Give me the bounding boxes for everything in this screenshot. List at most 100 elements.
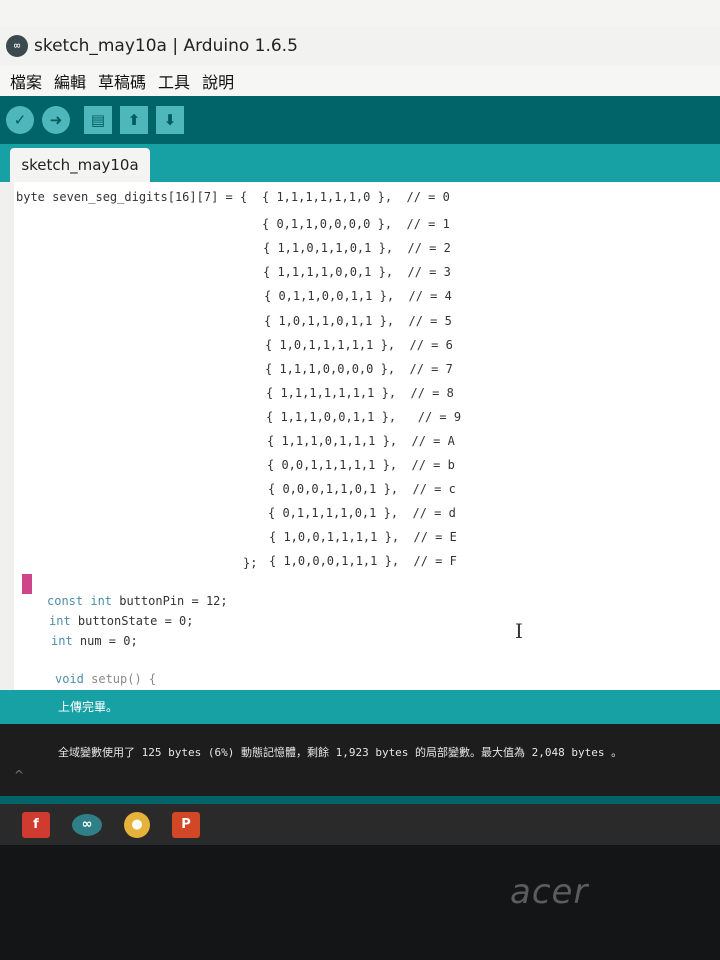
code-line-button-pin: const int buttonPin = 12; bbox=[47, 594, 228, 608]
row-comment: // = c bbox=[412, 482, 456, 496]
menu-help[interactable]: 說明 bbox=[202, 69, 234, 93]
text-cursor-icon: I bbox=[515, 619, 523, 643]
code-line-row-15: { 1,0,0,0,1,1,1 }, // = F bbox=[269, 554, 457, 568]
toolbar: ✓ ➜ ▤ ⬆ ⬇ bbox=[0, 96, 720, 144]
statement-text: buttonState = 0; bbox=[70, 614, 194, 628]
line-marker bbox=[22, 574, 32, 594]
row-values: { 0,1,1,0,0,1,1 }, bbox=[264, 289, 395, 303]
keyword: int bbox=[51, 634, 73, 648]
tab-bar: sketch_may10a bbox=[0, 144, 720, 182]
code-line-row-14: { 1,0,0,1,1,1,1 }, // = E bbox=[269, 530, 457, 544]
code-line-row-13: { 0,1,1,1,1,0,1 }, // = d bbox=[268, 506, 456, 520]
row-values: { 1,0,0,0,1,1,1 }, bbox=[269, 554, 400, 568]
row-comment: // = d bbox=[412, 506, 456, 520]
row-comment: // = 2 bbox=[407, 241, 451, 255]
row-values: { 1,1,1,1,1,1,1 }, bbox=[266, 386, 397, 400]
code-line-row-10: { 1,1,1,0,1,1,1 }, // = A bbox=[267, 434, 455, 448]
menu-edit[interactable]: 編輯 bbox=[54, 69, 86, 93]
code-line-row-12: { 0,0,0,1,1,0,1 }, // = c bbox=[268, 482, 456, 496]
chevron-up-icon[interactable]: ^ bbox=[14, 768, 24, 782]
row-comment: // = b bbox=[411, 458, 455, 472]
row-values: { 1,1,1,0,0,1,1 }, bbox=[266, 410, 397, 424]
code-editor[interactable]: byte seven_seg_digits[16][7] = { { 1,1,1… bbox=[0, 182, 720, 690]
row-values: { 1,0,1,1,1,1,1 }, bbox=[265, 338, 396, 352]
check-icon: ✓ bbox=[13, 111, 27, 129]
row-values: { 1,1,1,0,1,1,1 }, bbox=[267, 434, 398, 448]
statement-text: setup() { bbox=[83, 672, 157, 686]
keyword: int bbox=[49, 614, 71, 628]
verify-button[interactable]: ✓ bbox=[6, 106, 34, 134]
open-button[interactable]: ⬆ bbox=[120, 106, 148, 134]
row-comment: // = 3 bbox=[407, 265, 451, 279]
code-closing: }; bbox=[243, 556, 257, 570]
status-bar: 上傳完畢。 bbox=[0, 690, 720, 724]
row-values: { 0,0,1,1,1,1,1 }, bbox=[267, 458, 398, 472]
menu-file[interactable]: 檔案 bbox=[10, 69, 42, 93]
row-comment: // = 5 bbox=[408, 314, 452, 328]
code-line-row-7: { 1,1,1,0,0,0,0 }, // = 7 bbox=[265, 362, 453, 376]
keyword: const int bbox=[47, 594, 113, 608]
row-comment: // = 0 bbox=[406, 190, 450, 204]
row-values: { 1,0,1,1,0,1,1 }, bbox=[264, 314, 395, 328]
editor-gutter bbox=[0, 182, 14, 690]
screen: ∞ sketch_may10a | Arduino 1.6.5 檔案 編輯 草稿… bbox=[0, 0, 720, 845]
arrow-right-icon: ➜ bbox=[49, 111, 63, 129]
monitor-bezel bbox=[0, 845, 720, 960]
code-line-row-11: { 0,0,1,1,1,1,1 }, // = b bbox=[267, 458, 455, 472]
row-comment: // = E bbox=[413, 530, 457, 544]
row-comment: // = 1 bbox=[406, 217, 450, 231]
code-line-row-5: { 1,0,1,1,0,1,1 }, // = 5 bbox=[264, 314, 452, 328]
code-line-row-4: { 0,1,1,0,0,1,1 }, // = 4 bbox=[264, 289, 452, 303]
row-comment: // = 9 bbox=[417, 410, 462, 424]
statement-text: buttonPin = 12; bbox=[112, 594, 228, 608]
row-values: { 0,1,1,0,0,0,0 }, bbox=[262, 217, 393, 231]
code-line-row-8: { 1,1,1,1,1,1,1 }, // = 8 bbox=[266, 386, 454, 400]
powerpoint-icon[interactable]: P bbox=[172, 811, 200, 838]
closing-text: }; bbox=[243, 556, 258, 570]
row-values: { 1,1,0,1,1,0,1 }, bbox=[263, 241, 394, 255]
menu-bar: 檔案 編輯 草稿碼 工具 說明 bbox=[0, 66, 720, 96]
code-line-setup: void setup() { bbox=[55, 672, 156, 686]
console-output: 全域變數使用了 125 bytes (6%) 動態記憶體，剩餘 1,923 by… bbox=[0, 724, 720, 796]
code-line-num: int num = 0; bbox=[51, 634, 138, 648]
arrow-up-icon: ⬆ bbox=[127, 111, 141, 129]
code-line-row-6: { 1,0,1,1,1,1,1 }, // = 6 bbox=[265, 338, 453, 352]
save-button[interactable]: ⬇ bbox=[156, 106, 184, 134]
code-line-row-9: { 1,1,1,0,0,1,1 }, // = 9 bbox=[266, 410, 461, 424]
tab-sketch[interactable]: sketch_may10a bbox=[10, 148, 150, 182]
window-title: sketch_may10a | Arduino 1.6.5 bbox=[34, 36, 298, 56]
row-comment: // = A bbox=[411, 434, 455, 448]
code-line-row-0: { 1,1,1,1,1,1,0 }, // = 0 bbox=[262, 190, 450, 204]
row-values: { 0,0,0,1,1,0,1 }, bbox=[268, 482, 399, 496]
code-line-row-1: { 0,1,1,0,0,0,0 }, // = 1 bbox=[262, 217, 450, 231]
arduino-icon[interactable]: ∞ bbox=[72, 813, 102, 836]
row-values: { 0,1,1,1,1,0,1 }, bbox=[268, 506, 399, 520]
row-values: { 1,1,1,1,1,1,0 }, bbox=[262, 190, 393, 204]
title-bar: ∞ sketch_may10a | Arduino 1.6.5 bbox=[0, 26, 720, 66]
code-line-row-3: { 1,1,1,1,0,0,1 }, // = 3 bbox=[263, 265, 451, 279]
code-line-button-state: int buttonState = 0; bbox=[49, 614, 194, 628]
row-values: { 1,1,1,1,0,0,1 }, bbox=[263, 265, 394, 279]
taskbar: f ∞ ● P bbox=[0, 804, 720, 845]
acer-logo: acer bbox=[510, 872, 589, 912]
arrow-down-icon: ⬇ bbox=[163, 111, 177, 129]
code-line-row-2: { 1,1,0,1,1,0,1 }, // = 2 bbox=[263, 241, 451, 255]
menu-sketch[interactable]: 草稿碼 bbox=[98, 69, 146, 93]
new-button[interactable]: ▤ bbox=[84, 106, 112, 134]
new-file-icon: ▤ bbox=[90, 111, 106, 129]
statement-text: num = 0; bbox=[72, 634, 138, 648]
chrome-icon[interactable]: ● bbox=[124, 811, 150, 838]
arduino-logo-icon: ∞ bbox=[6, 35, 28, 57]
row-comment: // = 4 bbox=[408, 289, 452, 303]
menu-tools[interactable]: 工具 bbox=[158, 69, 190, 93]
row-comment: // = F bbox=[413, 554, 457, 568]
row-comment: // = 6 bbox=[409, 338, 453, 352]
declaration-text: byte seven_seg_digits[16][7] = { bbox=[16, 190, 255, 204]
board-status-bar bbox=[0, 796, 720, 804]
upload-button[interactable]: ➜ bbox=[42, 106, 70, 134]
facebook-icon[interactable]: f bbox=[22, 811, 50, 838]
row-comment: // = 7 bbox=[409, 362, 453, 376]
row-values: { 1,0,0,1,1,1,1 }, bbox=[269, 530, 400, 544]
row-comment: // = 8 bbox=[410, 386, 454, 400]
keyword: void bbox=[55, 672, 84, 686]
